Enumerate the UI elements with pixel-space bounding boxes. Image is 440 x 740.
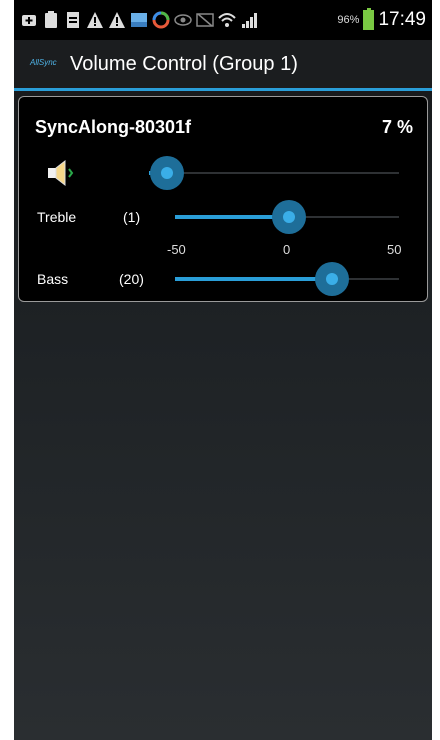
document-icon: [64, 11, 82, 29]
mute-icon: [196, 11, 214, 29]
device-card: SyncAlong-80301f 7 % Treble (1) -50 0 50…: [18, 96, 428, 302]
clock: 17:49: [378, 9, 426, 30]
scale-max-label: 50: [387, 242, 402, 257]
wifi-icon: [218, 11, 236, 29]
battery-percent: 96%: [337, 14, 360, 26]
sync-icon: [152, 11, 170, 29]
volume-percent: 7 %: [381, 117, 413, 137]
volume-slider[interactable]: [149, 156, 399, 190]
page-title: Volume Control (Group 1): [70, 53, 298, 75]
status-bar: 96% 17:49: [14, 0, 432, 40]
app-logo[interactable]: AllSync: [30, 58, 57, 67]
volume-thumb[interactable]: [149, 156, 184, 190]
volume-track: [149, 172, 399, 174]
treble-label: Treble: [37, 209, 77, 225]
action-bar: AllSync Volume Control (Group 1): [14, 40, 432, 91]
warning-icon: [86, 11, 104, 29]
warning-icon: [108, 11, 126, 29]
bass-value: (20): [119, 271, 144, 287]
eye-icon: [174, 11, 192, 29]
clipboard-icon: [42, 11, 60, 29]
bass-thumb[interactable]: [314, 262, 349, 296]
treble-thumb[interactable]: [272, 200, 307, 234]
scale-mid-label: 0: [283, 242, 291, 257]
treble-slider[interactable]: [175, 200, 399, 234]
treble-value: (1): [123, 209, 141, 225]
plus-icon: [20, 11, 38, 29]
device-name: SyncAlong-80301f: [35, 117, 192, 137]
phone-screen: 96% 17:49 AllSync Volume Control (Group …: [14, 0, 432, 740]
image-icon: [130, 11, 148, 29]
scale-min-label: -50: [167, 242, 186, 257]
signal-icon: [240, 11, 258, 29]
battery-icon: [363, 8, 375, 30]
bass-fill: [175, 277, 332, 281]
status-right: 96% 17:49: [337, 8, 426, 32]
bass-label: Bass: [37, 271, 69, 287]
notification-icons: [20, 10, 258, 30]
speaker-icon[interactable]: [45, 159, 77, 187]
bass-slider[interactable]: [175, 262, 399, 296]
